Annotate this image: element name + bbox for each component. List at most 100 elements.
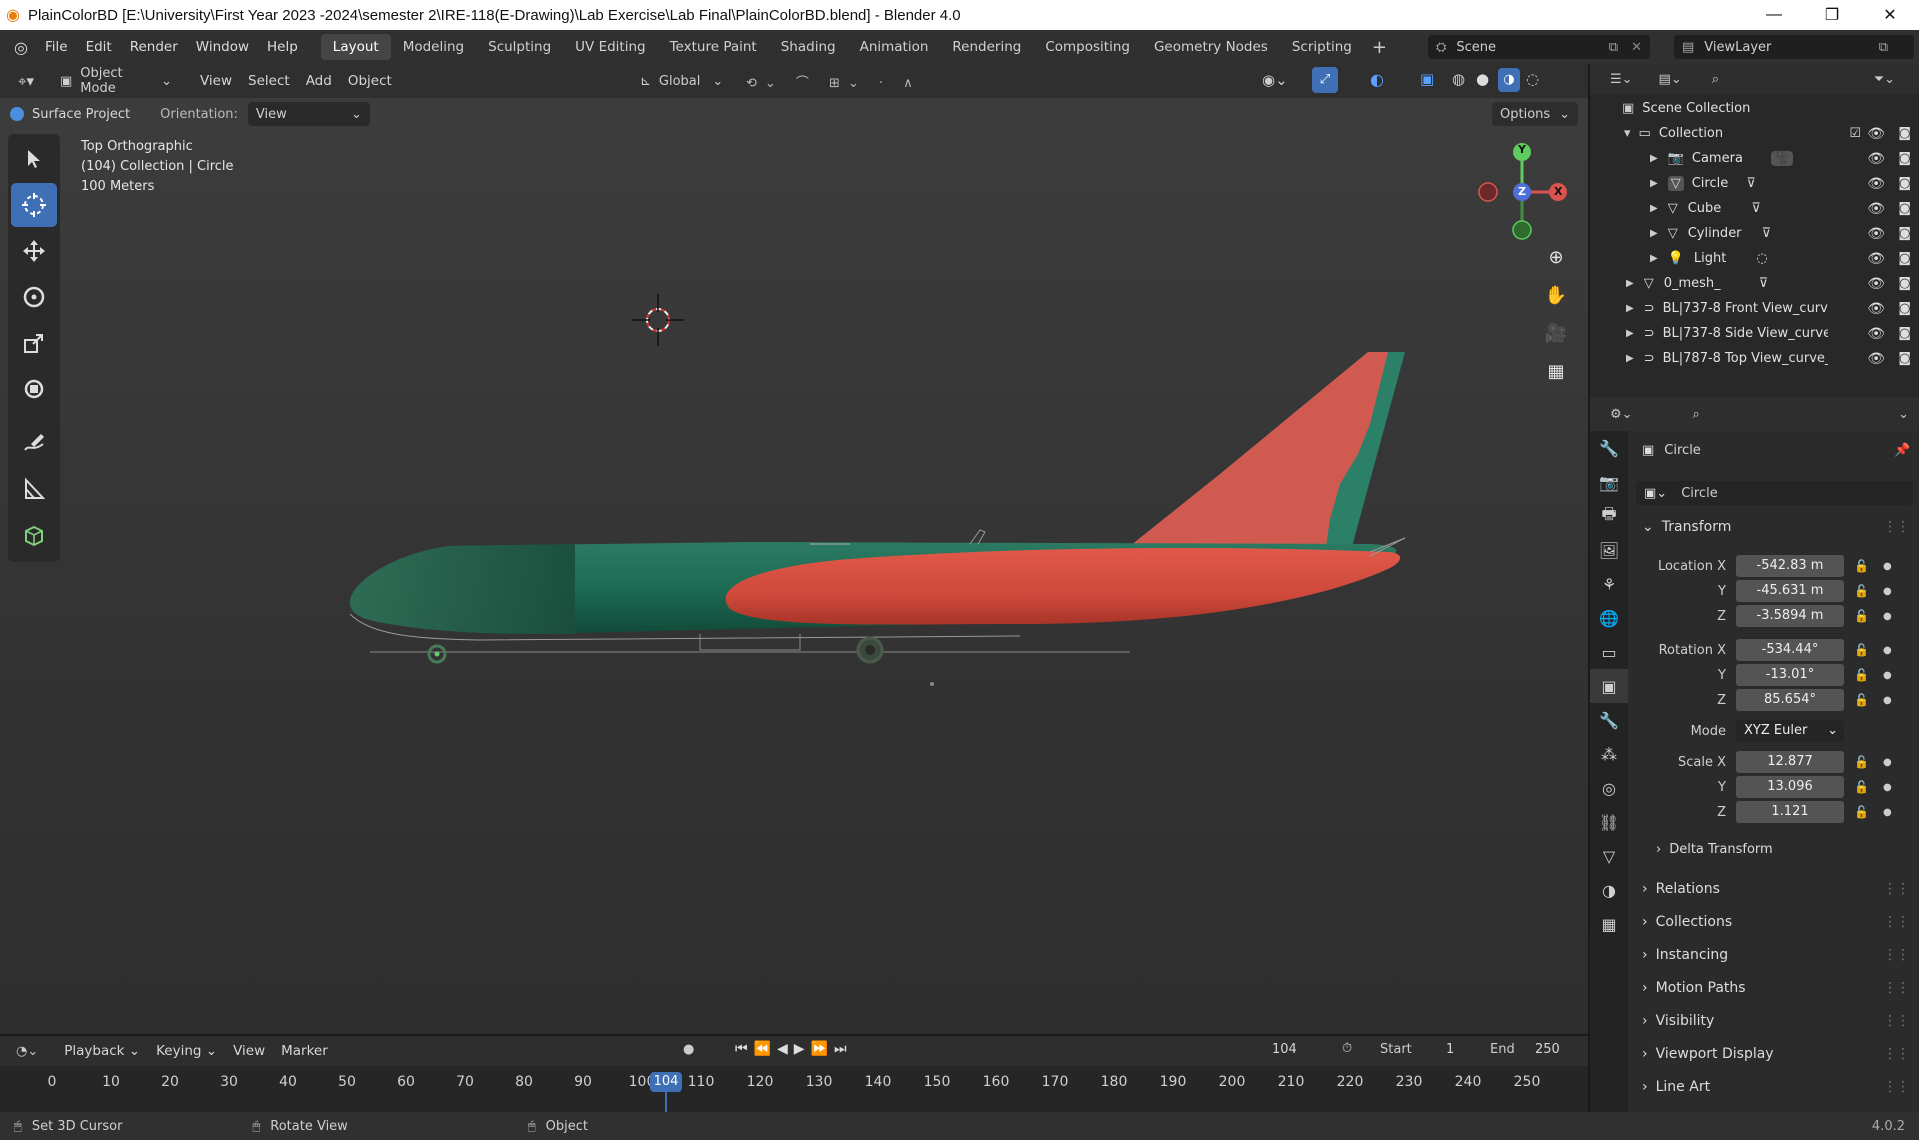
search-icon[interactable]: ⌕: [1693, 407, 1700, 422]
camera-view-icon[interactable]: 🎥: [1539, 316, 1573, 350]
location-z-field[interactable]: -3.5894 m: [1736, 605, 1844, 627]
eye-icon[interactable]: 👁: [1867, 226, 1885, 242]
eye-icon[interactable]: 👁: [1867, 351, 1885, 367]
outliner-row-cube[interactable]: ▶ ▽ Cube ⊽ 👁 ◙: [1590, 196, 1919, 221]
viewport-menu-select[interactable]: Select: [240, 73, 298, 89]
outliner-editor-icon[interactable]: ☰⌄: [1610, 72, 1633, 87]
move-tool-icon[interactable]: [11, 229, 57, 273]
menu-help[interactable]: Help: [258, 39, 307, 55]
minimize-button[interactable]: —: [1745, 0, 1803, 30]
particles-tab-icon[interactable]: ⁂: [1590, 737, 1628, 771]
eye-icon[interactable]: 👁: [1867, 251, 1885, 267]
data-tab-icon[interactable]: ▽: [1590, 839, 1628, 873]
snapping-icons[interactable]: ⟲⌄ ⌒ ⊞⌄ · ∧: [746, 72, 921, 91]
object-name[interactable]: Circle: [1664, 443, 1701, 458]
pin-icon[interactable]: 📌: [1894, 443, 1910, 458]
expand-arrow-icon[interactable]: ▶: [1650, 203, 1658, 214]
lock-icon[interactable]: 🔓: [1854, 755, 1869, 769]
eye-icon[interactable]: 👁: [1867, 151, 1885, 167]
tab-sculpting[interactable]: Sculpting: [476, 34, 563, 60]
transform-orientation[interactable]: ⊾ Global ⌄: [640, 69, 723, 93]
render-tab-icon[interactable]: 📷: [1590, 465, 1628, 499]
eye-icon[interactable]: 👁: [1867, 276, 1885, 292]
drag-handle-icon[interactable]: ⋮⋮: [1883, 947, 1910, 963]
zoom-icon[interactable]: ⊕: [1539, 240, 1573, 274]
outliner-row-camera[interactable]: ▶ 📷 Camera 🎥 👁 ◙: [1590, 146, 1919, 171]
line-art-panel-header[interactable]: › Line Art ⋮⋮: [1636, 1072, 1913, 1102]
collections-panel-header[interactable]: › Collections ⋮⋮: [1636, 907, 1913, 937]
keyframe-dot-icon[interactable]: ●: [1883, 807, 1892, 818]
surface-project-checkbox[interactable]: [10, 107, 24, 121]
scale-y-field[interactable]: 13.096: [1736, 776, 1844, 798]
world-tab-icon[interactable]: 🌐: [1590, 601, 1628, 635]
options-dropdown[interactable]: Options ⌄: [1492, 102, 1578, 126]
outliner-row-light[interactable]: ▶ 💡 Light ◌ 👁 ◙: [1590, 246, 1919, 271]
render-camera-icon[interactable]: ◙: [1898, 176, 1911, 191]
render-camera-icon[interactable]: ◙: [1898, 151, 1911, 166]
add-workspace-icon[interactable]: +: [1372, 37, 1387, 58]
lock-icon[interactable]: 🔓: [1854, 668, 1869, 682]
outliner-row-mesh[interactable]: ▶ ▽ 0_mesh_ ⊽ 👁 ◙: [1590, 271, 1919, 296]
tab-uv-editing[interactable]: UV Editing: [563, 34, 657, 60]
menu-file[interactable]: File: [36, 39, 77, 55]
collection-tab-icon[interactable]: ▭: [1590, 635, 1628, 669]
tab-geometry-nodes[interactable]: Geometry Nodes: [1142, 34, 1280, 60]
properties-editor-icon[interactable]: ⚙⌄: [1610, 407, 1633, 422]
filter-icon[interactable]: ⏷⌄: [1874, 72, 1895, 87]
render-camera-icon[interactable]: ◙: [1898, 126, 1911, 141]
viewport-menu-object[interactable]: Object: [340, 73, 400, 89]
expand-arrow-icon[interactable]: ▶: [1650, 153, 1658, 164]
outliner-row-circle[interactable]: ▶ ▽ Circle ⊽ 👁 ◙: [1590, 171, 1919, 196]
viewport-display-panel-header[interactable]: › Viewport Display ⋮⋮: [1636, 1039, 1913, 1069]
expand-arrow-icon[interactable]: ▶: [1626, 353, 1634, 364]
scale-tool-icon[interactable]: [11, 321, 57, 365]
lock-icon[interactable]: 🔓: [1854, 609, 1869, 623]
eye-icon[interactable]: 👁: [1867, 301, 1885, 317]
delete-scene-icon[interactable]: ✕: [1631, 40, 1642, 55]
keyframe-dot-icon[interactable]: ●: [1883, 586, 1892, 597]
lock-icon[interactable]: 🔓: [1854, 584, 1869, 598]
outliner-row-curve-front[interactable]: ▶ ⊃ BL|737-8 Front View_curve_ 👁 ◙: [1590, 296, 1919, 321]
drag-handle-icon[interactable]: ⋮⋮: [1883, 1013, 1910, 1029]
outliner-row-cylinder[interactable]: ▶ ▽ Cylinder ⊽ 👁 ◙: [1590, 221, 1919, 246]
physics-tab-icon[interactable]: ◎: [1590, 771, 1628, 805]
measure-tool-icon[interactable]: [11, 467, 57, 511]
airplane-model[interactable]: [330, 334, 1430, 704]
expand-arrow-icon[interactable]: ▶: [1626, 303, 1634, 314]
tab-modeling[interactable]: Modeling: [391, 34, 476, 60]
keyframe-dot-icon[interactable]: ●: [1883, 561, 1892, 572]
select-tool-icon[interactable]: [11, 137, 57, 181]
overlays-icon[interactable]: ◐: [1370, 70, 1384, 89]
eye-icon[interactable]: 👁: [1867, 176, 1885, 192]
render-camera-icon[interactable]: ◙: [1898, 201, 1911, 216]
drag-handle-icon[interactable]: ⋮⋮: [1883, 881, 1910, 897]
keyframe-dot-icon[interactable]: ●: [1883, 782, 1892, 793]
drag-handle-icon[interactable]: ⋮⋮: [1883, 914, 1910, 930]
expand-arrow-icon[interactable]: ▶: [1650, 253, 1658, 264]
exclude-checkbox-icon[interactable]: ☑: [1849, 126, 1861, 141]
expand-arrow-icon[interactable]: ▶: [1650, 178, 1658, 189]
motion-paths-panel-header[interactable]: › Motion Paths ⋮⋮: [1636, 973, 1913, 1003]
outliner-row-curve-top[interactable]: ▶ ⊃ BL|787-8 Top View_curve_ 👁 ◙: [1590, 346, 1919, 371]
eye-icon[interactable]: 👁: [1867, 201, 1885, 217]
tab-rendering[interactable]: Rendering: [940, 34, 1033, 60]
new-view-layer-icon[interactable]: ⧉: [1879, 40, 1888, 55]
drag-handle-icon[interactable]: ⋮⋮: [1883, 1079, 1910, 1095]
object-datablock-field[interactable]: ▣⌄ Circle: [1636, 481, 1913, 505]
lock-icon[interactable]: 🔓: [1854, 643, 1869, 657]
3d-viewport[interactable]: ⌖▾ ▣ Object Mode ⌄ View Select Add Objec…: [0, 64, 1588, 1034]
modifier-tab-icon[interactable]: 🔧: [1590, 703, 1628, 737]
keyframe-dot-icon[interactable]: ●: [1883, 645, 1892, 656]
outliner-row-collection[interactable]: ▾ ▭ Collection ☑ 👁 ◙: [1590, 121, 1919, 146]
expand-arrow-icon[interactable]: ▶: [1650, 228, 1658, 239]
outliner-row-scene-collection[interactable]: ▣ Scene Collection: [1590, 96, 1919, 121]
render-camera-icon[interactable]: ◙: [1898, 301, 1911, 316]
maximize-button[interactable]: ❐: [1803, 0, 1861, 30]
texture-tab-icon[interactable]: ▦: [1590, 907, 1628, 941]
view-layer-selector[interactable]: ▤ ViewLayer ⧉: [1674, 35, 1914, 59]
playhead-frame-indicator[interactable]: 104: [650, 1072, 682, 1092]
drag-handle-icon[interactable]: ⋮⋮: [1883, 980, 1910, 996]
scale-x-field[interactable]: 12.877: [1736, 751, 1844, 773]
object-tab-icon[interactable]: ▣: [1590, 669, 1628, 703]
render-camera-icon[interactable]: ◙: [1898, 251, 1911, 266]
